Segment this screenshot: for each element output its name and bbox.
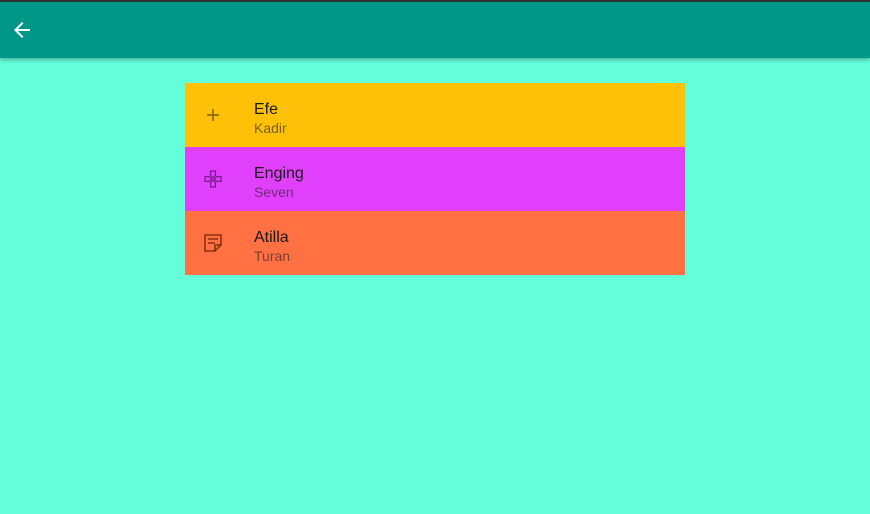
- list-item-title: Enging: [254, 165, 304, 182]
- list-item[interactable]: Efe Kadir: [185, 83, 685, 147]
- list-item[interactable]: Enging Seven: [185, 147, 685, 211]
- arrow-back-icon[interactable]: [10, 18, 34, 42]
- app-bar: [0, 2, 870, 58]
- add-icon: [207, 109, 219, 121]
- list-item-subtitle: Seven: [254, 184, 294, 200]
- list-item-title: Atilla: [254, 229, 289, 246]
- list-item[interactable]: Atilla Turan: [185, 211, 685, 275]
- person-list: Efe Kadir Enging Seven Atilla Turan: [185, 83, 685, 275]
- list-item-subtitle: Kadir: [254, 120, 287, 136]
- list-item-title: Efe: [254, 101, 279, 118]
- list-item-subtitle: Turan: [254, 248, 291, 264]
- gamepad-icon: [204, 170, 222, 188]
- note-icon: [204, 234, 222, 252]
